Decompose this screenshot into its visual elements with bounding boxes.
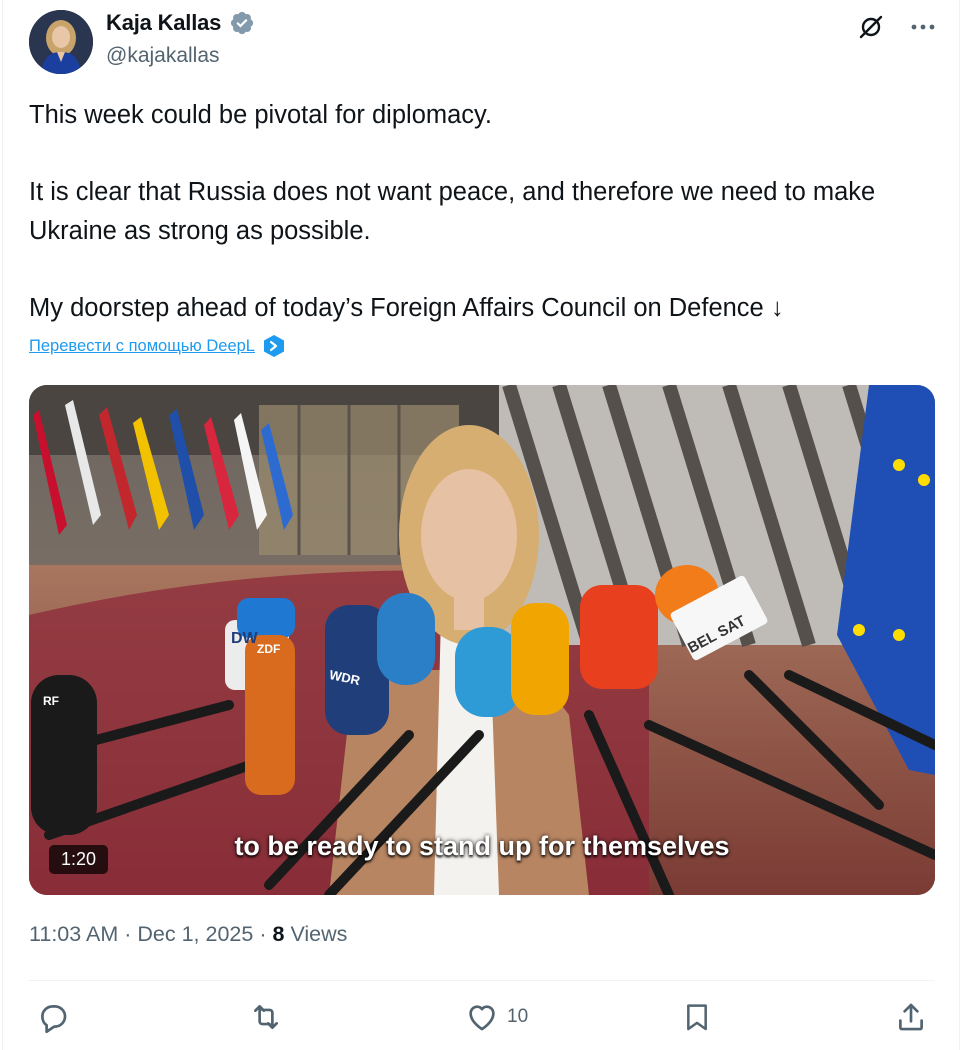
more-horizontal-icon[interactable] <box>908 12 938 42</box>
divider <box>29 980 935 981</box>
meta-separator: · <box>124 922 132 946</box>
like-button[interactable]: 10 <box>465 1000 528 1034</box>
bookmark-icon <box>687 1004 707 1031</box>
like-count: 10 <box>507 1006 529 1027</box>
views-count: 8 <box>272 922 285 946</box>
translate-row: Перевести с помощью DeepL <box>29 334 285 358</box>
retweet-button[interactable] <box>248 1000 284 1034</box>
views-label: Views <box>290 922 348 946</box>
tweet-paragraph-1: This week could be pivotal for diplomacy… <box>29 101 492 129</box>
tweet-paragraph-3: My doorstep ahead of today’s Foreign Aff… <box>29 293 784 322</box>
share-button[interactable] <box>894 1000 928 1034</box>
action-bar: 10 <box>0 1000 962 1036</box>
tweet-meta: 11:03 AM · Dec 1, 2025 · 8 Views <box>29 922 347 947</box>
video-frame: DW ZDF WDR BEL SAT RF <box>29 385 935 895</box>
author-handle[interactable]: @kajakallas <box>106 44 220 68</box>
tweet-card: Kaja Kallas @kajakallas This week could <box>0 0 962 1050</box>
card-border-left <box>2 0 3 1050</box>
mic-label-zdf: ZDF <box>257 642 280 656</box>
header-actions <box>856 12 938 42</box>
mic-label-dw: DW <box>231 630 259 647</box>
author-name-row: Kaja Kallas <box>106 10 255 36</box>
reply-icon <box>41 1005 67 1034</box>
avatar[interactable] <box>29 10 93 74</box>
tweet-time[interactable]: 11:03 AM <box>29 922 118 946</box>
deepl-icon[interactable] <box>263 334 285 358</box>
grok-icon[interactable] <box>856 12 886 42</box>
heart-icon <box>469 1005 495 1031</box>
meta-separator: · <box>259 922 267 946</box>
card-border-right <box>959 0 960 1050</box>
reply-button[interactable] <box>36 1000 70 1034</box>
translate-link[interactable]: Перевести с помощью DeepL <box>29 337 255 356</box>
mic-label-rf: RF <box>43 694 59 708</box>
retweet-icon <box>254 1005 278 1029</box>
video-subtitle: to be ready to stand up for themselves <box>234 831 730 861</box>
bookmark-button[interactable] <box>681 1000 713 1034</box>
tweet-text: This week could be pivotal for diplomacy… <box>29 96 929 327</box>
share-icon <box>899 1003 923 1031</box>
author-name[interactable]: Kaja Kallas <box>106 10 221 36</box>
verified-badge-icon <box>229 10 255 36</box>
tweet-paragraph-2: It is clear that Russia does not want pe… <box>29 178 876 245</box>
tweet-date[interactable]: Dec 1, 2025 <box>137 922 253 946</box>
video-player[interactable]: DW ZDF WDR BEL SAT RF 1:20 to be ready t… <box>29 385 935 895</box>
